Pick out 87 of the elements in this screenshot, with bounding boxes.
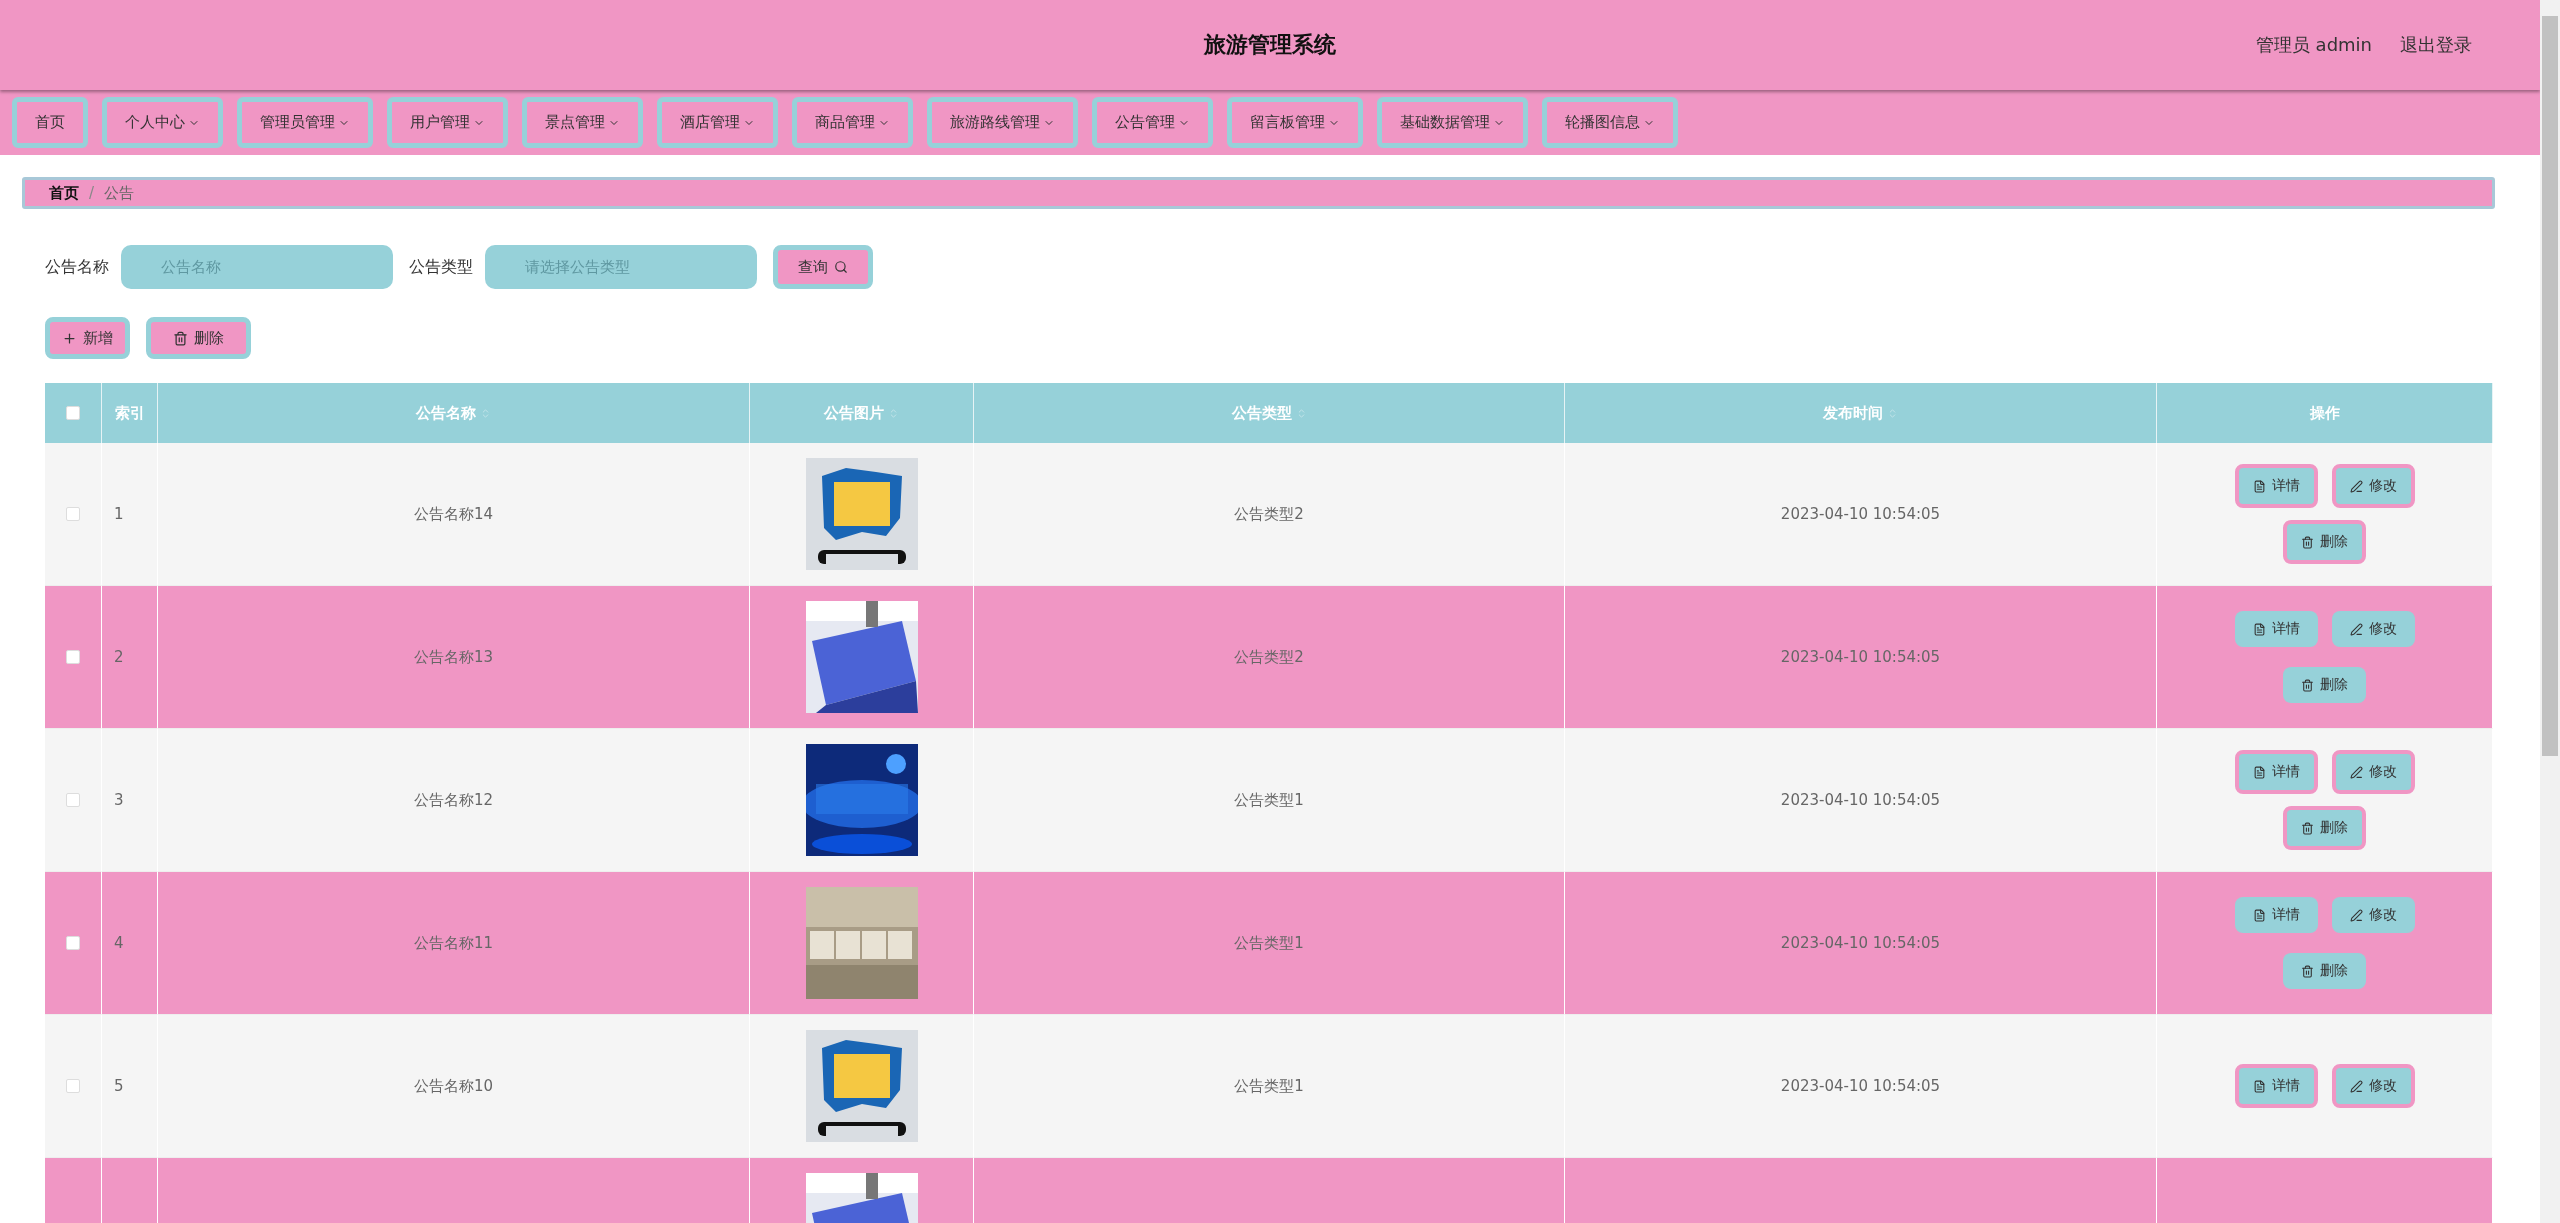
table-cell: 公告名称10 [158, 1015, 750, 1158]
sort-icon [480, 407, 491, 419]
trash-icon [2301, 678, 2314, 692]
user-name: 管理员 admin [2255, 33, 2372, 57]
nav-item[interactable]: 轮播图信息 [1542, 97, 1678, 148]
edit-button[interactable]: 修改 [2331, 464, 2415, 508]
document-icon [2252, 479, 2266, 493]
nav-item[interactable]: 留言板管理 [1227, 97, 1363, 148]
table-cell: 公告类型2 [974, 586, 1565, 729]
table-cell: 2023-04-10 10:54:05 [1565, 1015, 2157, 1158]
table-cell: 公告名称11 [158, 872, 750, 1015]
table-cell: 2 [102, 586, 158, 729]
edit-button[interactable]: 修改 [2331, 611, 2415, 647]
row-checkbox[interactable] [66, 793, 80, 807]
table-cell: 3 [102, 729, 158, 872]
document-icon [2252, 908, 2266, 922]
column-header: 索引 [102, 383, 158, 443]
pencil-icon [2349, 479, 2363, 493]
pencil-icon [2349, 765, 2363, 779]
document-icon [2252, 1079, 2266, 1093]
delete-button[interactable]: 删除 [2283, 667, 2366, 703]
table-cell: 2023-04-10 10:54:05 [1565, 872, 2157, 1015]
delete-button[interactable]: 删除 [2283, 953, 2366, 989]
details-button[interactable]: 详情 [2234, 750, 2318, 794]
breadcrumb-separator: / [89, 184, 95, 202]
nav-item[interactable]: 用户管理 [387, 97, 508, 148]
table-cell: 5 [102, 1015, 158, 1158]
table-cell: 公告类型2 [974, 443, 1565, 586]
document-icon [2252, 765, 2266, 779]
nav-item[interactable]: 景点管理 [522, 97, 643, 148]
sort-icon [888, 407, 899, 419]
logout-link[interactable]: 退出登录 [2400, 33, 2472, 57]
table-cell: 2023-04-10 10:54:05 [1565, 729, 2157, 872]
edit-button[interactable]: 修改 [2331, 750, 2415, 794]
nav-item[interactable]: 首页 [12, 97, 88, 148]
table-cell: 4 [102, 872, 158, 1015]
table-cell: 公告名称12 [158, 729, 750, 872]
trash-icon [173, 330, 188, 346]
row-checkbox[interactable] [66, 507, 80, 521]
row-checkbox[interactable] [66, 936, 80, 950]
trash-icon [2301, 964, 2314, 978]
table-cell: 公告名称14 [158, 443, 750, 586]
nav-item[interactable]: 商品管理 [792, 97, 913, 148]
nav-item[interactable]: 管理员管理 [237, 97, 373, 148]
search-button[interactable]: 查询 [773, 245, 873, 289]
details-button[interactable]: 详情 [2234, 1064, 2318, 1108]
table-cell: 公告名称13 [158, 586, 750, 729]
nav-item[interactable]: 基础数据管理 [1377, 97, 1528, 148]
scrollbar[interactable] [2540, 0, 2560, 1223]
details-button[interactable]: 详情 [2234, 611, 2318, 647]
table-cell: 2023-04-10 10:54:05 [1565, 586, 2157, 729]
field-label: 公告名称 [45, 256, 109, 278]
column-header: 操作 [2157, 383, 2493, 443]
pencil-icon [2349, 622, 2363, 636]
pencil-icon [2349, 1079, 2363, 1093]
document-icon [2252, 622, 2266, 636]
pencil-icon [2349, 908, 2363, 922]
details-button[interactable]: 详情 [2234, 897, 2318, 933]
field-label: 公告类型 [409, 256, 473, 278]
row-checkbox[interactable] [66, 1079, 80, 1093]
sort-icon [1887, 407, 1898, 419]
select-all-checkbox[interactable] [66, 406, 80, 420]
row-checkbox[interactable] [66, 650, 80, 664]
trash-icon [2301, 535, 2314, 549]
nav-item[interactable]: 公告管理 [1092, 97, 1213, 148]
app-title: 旅游管理系统 [1204, 31, 1336, 59]
delete-button[interactable]: 删除 [2283, 520, 2366, 564]
breadcrumb-item: 公告 [104, 183, 135, 203]
edit-button[interactable]: 修改 [2331, 1064, 2415, 1108]
add-button[interactable]: 新增 [45, 317, 130, 359]
input-field[interactable]: 公告名称 [121, 245, 393, 289]
nav-item[interactable]: 个人中心 [102, 97, 223, 148]
plus-icon [62, 330, 77, 346]
delete-button[interactable]: 删除 [146, 317, 251, 359]
table-cell: 2023-04-10 10:54:05 [1565, 443, 2157, 586]
table-cell: 公告类型1 [974, 729, 1565, 872]
table-cell: 公告类型1 [974, 1015, 1565, 1158]
search-icon [834, 260, 848, 274]
table-cell: 1 [102, 443, 158, 586]
details-button[interactable]: 详情 [2234, 464, 2318, 508]
breadcrumb-item[interactable]: 首页 [49, 183, 79, 203]
nav-item[interactable]: 酒店管理 [657, 97, 778, 148]
edit-button[interactable]: 修改 [2331, 897, 2415, 933]
nav-item[interactable]: 旅游路线管理 [927, 97, 1078, 148]
trash-icon [2301, 821, 2314, 835]
delete-button[interactable]: 删除 [2283, 806, 2366, 850]
table-cell: 公告类型1 [974, 872, 1565, 1015]
